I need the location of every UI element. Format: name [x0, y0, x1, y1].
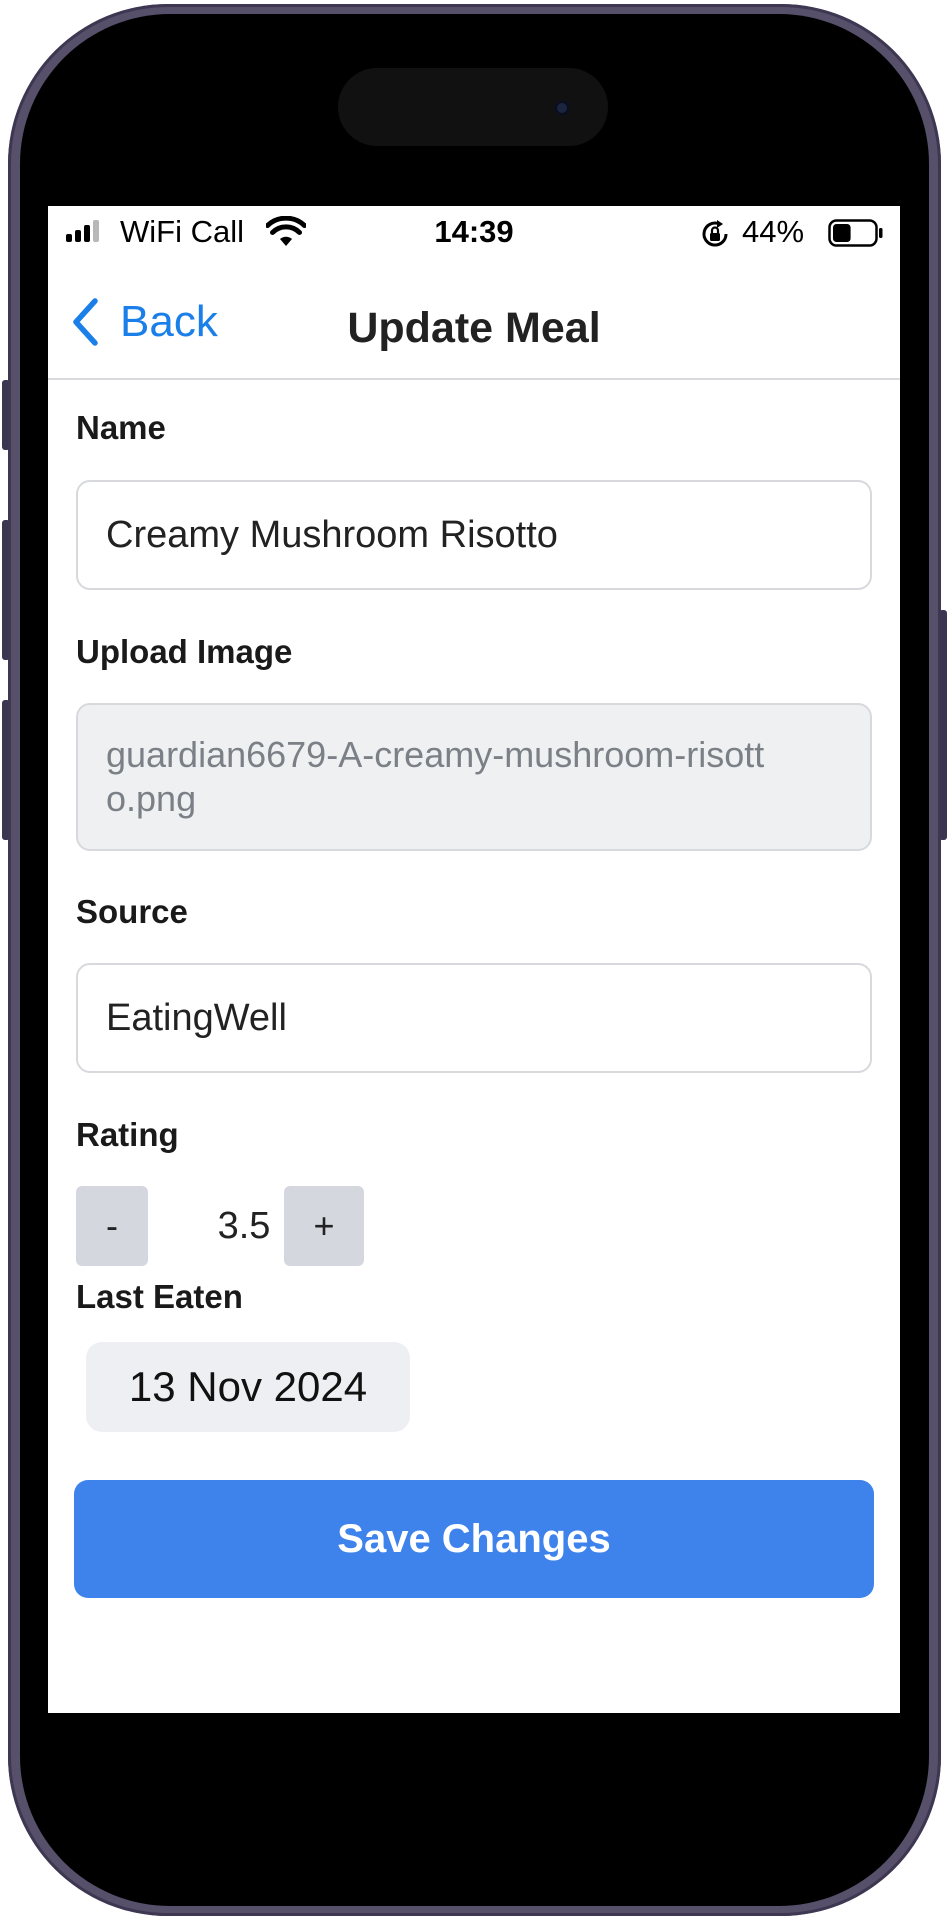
last-eaten-value: 13 Nov 2024 [128, 1363, 368, 1410]
source-label: Source [76, 893, 188, 930]
save-changes-label: Save Changes [337, 1516, 611, 1561]
name-value: Creamy Mushroom Risotto [106, 513, 558, 556]
name-label: Name [76, 409, 166, 446]
orientation-lock-icon [702, 220, 728, 247]
front-camera [554, 100, 570, 116]
rating-label: Rating [76, 1116, 179, 1153]
navigation-bar: Back Update Meal [48, 266, 900, 380]
image-filename: guardian6679-A-creamy-mushroom-risotto.p… [106, 734, 765, 819]
upload-image-label: Upload Image [76, 633, 293, 670]
rating-decrement-button[interactable]: - [76, 1186, 148, 1266]
last-eaten-date-picker[interactable]: 13 Nov 2024 [86, 1342, 410, 1432]
upload-image-field[interactable]: guardian6679-A-creamy-mushroom-risotto.p… [76, 703, 872, 851]
source-input[interactable]: EatingWell [76, 963, 872, 1073]
status-bar: WiFi Call 14:39 44% [48, 206, 900, 266]
name-input[interactable]: Creamy Mushroom Risotto [76, 480, 872, 590]
rating-increment-button[interactable]: + [284, 1186, 364, 1266]
battery-percent: 44% [742, 214, 805, 249]
screen: WiFi Call 14:39 44% Back Update Meal Nam… [48, 206, 900, 1713]
battery-icon [828, 219, 883, 247]
last-eaten-label: Last Eaten [76, 1278, 243, 1315]
page-title: Update Meal [347, 304, 601, 352]
source-value: EatingWell [106, 996, 287, 1039]
save-changes-button[interactable]: Save Changes [74, 1480, 874, 1598]
